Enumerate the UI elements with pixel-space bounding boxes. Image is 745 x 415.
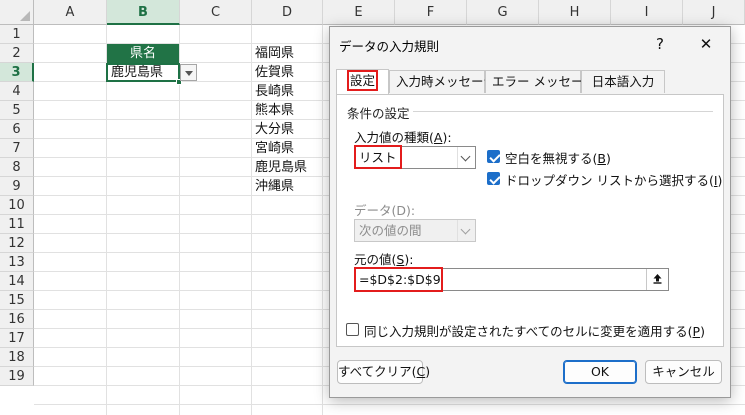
row-header-10[interactable]: 10 xyxy=(0,196,34,215)
cell-d9[interactable]: 沖縄県 xyxy=(252,177,322,196)
tab-ime-mode[interactable]: 日本語入力 xyxy=(581,70,665,93)
row-header-18[interactable]: 18 xyxy=(0,348,34,367)
row-header-4[interactable]: 4 xyxy=(0,82,34,101)
row-header-13[interactable]: 13 xyxy=(0,253,34,272)
highlight-box xyxy=(354,267,443,292)
cell-b3-selected[interactable]: 鹿児島県 xyxy=(106,63,180,82)
row-header-12[interactable]: 12 xyxy=(0,234,34,253)
row-header-15[interactable]: 15 xyxy=(0,291,34,310)
row-header-16[interactable]: 16 xyxy=(0,310,34,329)
chevron-down-icon xyxy=(457,220,475,241)
collapse-arrow-icon xyxy=(653,274,662,284)
row-header-19[interactable]: 19 xyxy=(0,367,34,386)
cell-d7[interactable]: 宮崎県 xyxy=(252,139,322,158)
collapse-dialog-button[interactable] xyxy=(646,269,668,290)
help-button[interactable]: ? xyxy=(646,32,674,56)
tab-settings[interactable]: 設定 xyxy=(336,69,389,94)
gridline xyxy=(34,404,745,405)
group-divider xyxy=(413,111,713,112)
close-button[interactable]: ✕ xyxy=(692,32,720,56)
select-all-corner[interactable] xyxy=(0,0,34,25)
tab-error-alert[interactable]: エラー メッセージ xyxy=(485,70,596,93)
in-cell-dropdown-label[interactable]: ドロップダウン リストから選択する(I) xyxy=(505,170,722,189)
cell-d4[interactable]: 長崎県 xyxy=(252,82,322,101)
column-header-h[interactable]: H xyxy=(539,0,611,25)
settings-panel: 条件の設定 入力値の種類(A): リスト 空白を無視する(B) ドロップダウン … xyxy=(336,94,724,347)
cell-d8[interactable]: 鹿児島県 xyxy=(252,158,328,177)
column-header-i[interactable]: I xyxy=(611,0,683,25)
row-header-14[interactable]: 14 xyxy=(0,272,34,291)
column-header-j[interactable]: J xyxy=(683,0,745,25)
cell-b2-header[interactable]: 県名 xyxy=(107,44,179,63)
allow-label: 入力値の種類(A): xyxy=(354,130,452,145)
data-dropdown-value: 次の値の間 xyxy=(359,223,422,238)
column-header-c[interactable]: C xyxy=(180,0,252,25)
row-header-1[interactable]: 1 xyxy=(0,25,34,44)
source-label: 元の値(S): xyxy=(354,252,414,267)
gridline xyxy=(322,25,323,415)
ok-button[interactable]: OK xyxy=(563,360,637,384)
cell-d2[interactable]: 福岡県 xyxy=(252,44,322,63)
row-header-3[interactable]: 3 xyxy=(0,63,34,82)
column-header-f[interactable]: F xyxy=(395,0,467,25)
dialog-titlebar[interactable]: データの入力規則 ? ✕ xyxy=(330,27,730,63)
cancel-button[interactable]: キャンセル xyxy=(645,360,722,384)
tab-settings-label: 設定 xyxy=(346,70,379,91)
row-header-5[interactable]: 5 xyxy=(0,101,34,120)
apply-all-checkbox[interactable] xyxy=(346,323,359,336)
cell-d6[interactable]: 大分県 xyxy=(252,120,322,139)
row-header-17[interactable]: 17 xyxy=(0,329,34,348)
column-header-b[interactable]: B xyxy=(107,0,180,25)
dialog-title: データの入力規則 xyxy=(339,39,440,54)
data-validation-dialog: データの入力規則 ? ✕ 設定 入力時メッセージ エラー メッセージ 日本語入力… xyxy=(329,26,731,398)
gridline xyxy=(106,25,107,415)
data-label: データ(D): xyxy=(354,203,416,218)
chevron-down-icon[interactable] xyxy=(457,147,475,168)
cell-dropdown-button[interactable] xyxy=(180,64,197,81)
highlight-box xyxy=(354,145,402,169)
column-header-g[interactable]: G xyxy=(467,0,539,25)
data-dropdown: 次の値の間 xyxy=(354,219,476,242)
ignore-blank-checkbox[interactable] xyxy=(487,150,500,163)
cell-d5[interactable]: 熊本県 xyxy=(252,101,322,120)
row-header-8[interactable]: 8 xyxy=(0,158,34,177)
row-header-11[interactable]: 11 xyxy=(0,215,34,234)
cell-d3[interactable]: 佐賀県 xyxy=(252,63,322,82)
criteria-group-title: 条件の設定 xyxy=(347,106,410,121)
ignore-blank-label[interactable]: 空白を無視する(B) xyxy=(505,148,611,167)
tab-input-message[interactable]: 入力時メッセージ xyxy=(389,70,496,93)
row-header-7[interactable]: 7 xyxy=(0,139,34,158)
clear-all-button[interactable]: すべてクリア(C) xyxy=(337,360,430,384)
in-cell-dropdown-checkbox[interactable] xyxy=(487,172,500,185)
column-header-d[interactable]: D xyxy=(252,0,323,25)
column-header-a[interactable]: A xyxy=(34,0,107,25)
row-header-9[interactable]: 9 xyxy=(0,177,34,196)
row-header-6[interactable]: 6 xyxy=(0,120,34,139)
row-header-2[interactable]: 2 xyxy=(0,44,34,63)
apply-all-label[interactable]: 同じ入力規則が設定されたすべてのセルに変更を適用する(P) xyxy=(364,321,705,340)
column-header-e[interactable]: E xyxy=(323,0,395,25)
